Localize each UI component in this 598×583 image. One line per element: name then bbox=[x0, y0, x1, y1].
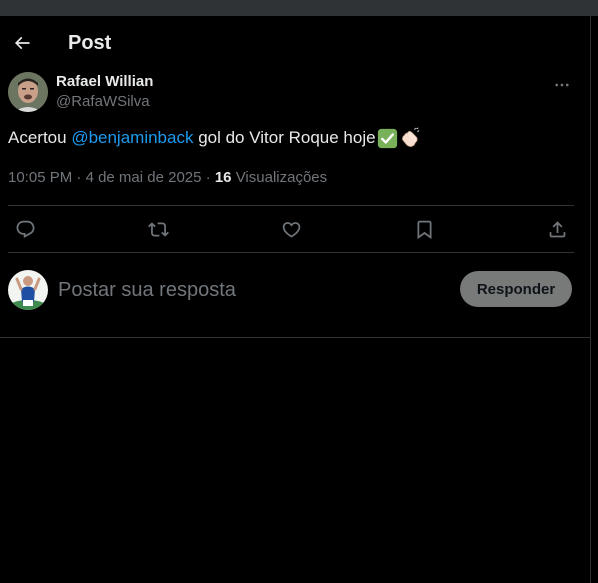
share-button[interactable] bbox=[540, 212, 574, 246]
arrow-left-icon bbox=[14, 36, 30, 50]
back-button[interactable] bbox=[4, 25, 40, 61]
repost-button[interactable] bbox=[141, 212, 175, 246]
bookmark-icon bbox=[417, 220, 431, 239]
meta-separator: · bbox=[205, 169, 215, 186]
current-user-avatar[interactable] bbox=[8, 270, 48, 310]
tweet-date[interactable]: 4 de mai de 2025 bbox=[86, 169, 202, 186]
tweet-meta: 10:05 PM · 4 de mai de 2025 · 16 Visuali… bbox=[8, 167, 574, 189]
column-border bbox=[590, 16, 591, 583]
bookmark-button[interactable] bbox=[407, 212, 441, 246]
reply-button[interactable] bbox=[8, 212, 42, 246]
author-display-name[interactable]: Rafael Willian bbox=[56, 72, 153, 92]
tweet-text-start: Acertou bbox=[8, 128, 72, 147]
repost-icon bbox=[147, 221, 169, 237]
action-bar bbox=[8, 206, 574, 252]
reply-icon bbox=[16, 220, 34, 238]
clapping-hands-emoji bbox=[399, 127, 421, 149]
window-top-strip bbox=[0, 0, 598, 16]
views-label: Visualizações bbox=[235, 169, 328, 186]
tweet-text: Acertou @benjaminback gol do Vitor Roque… bbox=[8, 125, 574, 151]
views-count: 16 bbox=[214, 169, 232, 186]
author-row: Rafael Willian @RafaWSilva bbox=[8, 71, 574, 113]
reply-input[interactable] bbox=[58, 278, 438, 302]
like-button[interactable] bbox=[274, 212, 308, 246]
more-options-button[interactable] bbox=[550, 73, 574, 97]
author-handle[interactable]: @RafaWSilva bbox=[56, 92, 153, 112]
check-mark-button-icon bbox=[377, 128, 397, 148]
check-mark-emoji bbox=[377, 128, 398, 149]
meta-separator: · bbox=[76, 169, 86, 186]
tweet-time[interactable]: 10:05 PM bbox=[8, 169, 72, 186]
divider-reply bbox=[0, 337, 590, 338]
author-photo bbox=[8, 72, 48, 112]
reply-submit-button[interactable]: Responder bbox=[460, 271, 572, 307]
tweet-text-end: gol do Vitor Roque hoje bbox=[193, 128, 376, 147]
share-icon bbox=[549, 220, 565, 237]
reply-composer: Responder bbox=[8, 268, 574, 312]
post-header: Post bbox=[0, 16, 590, 70]
current-user-photo bbox=[8, 270, 48, 310]
heart-icon bbox=[282, 221, 300, 238]
more-horizontal-icon bbox=[555, 83, 569, 87]
divider-bottom bbox=[8, 252, 574, 253]
mention-link[interactable]: @benjaminback bbox=[71, 125, 193, 151]
author-avatar[interactable] bbox=[8, 72, 48, 112]
page-title: Post bbox=[68, 31, 112, 54]
clapping-hands-icon bbox=[401, 127, 419, 147]
author-names: Rafael Willian @RafaWSilva bbox=[56, 72, 153, 112]
